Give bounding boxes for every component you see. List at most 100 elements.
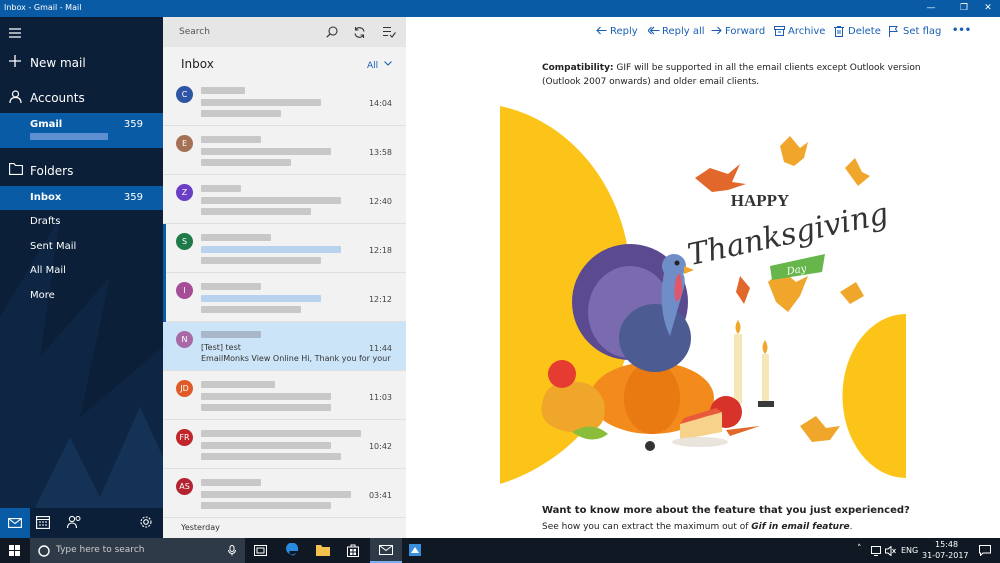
- windows-taskbar: Type here to search ˄ ENG 15:48 31-07-20…: [0, 538, 1000, 563]
- blurred-text: [201, 404, 331, 411]
- search-input[interactable]: Search: [179, 27, 210, 37]
- unread-indicator: [163, 224, 166, 273]
- folder-drafts[interactable]: Drafts: [0, 211, 163, 233]
- thanksgiving-gif-image: HAPPY Thanksgiving Day: [500, 106, 906, 484]
- blurred-text: [201, 246, 341, 253]
- date-group-header: Yesterday: [181, 523, 220, 532]
- account-email-blurred: [30, 133, 108, 140]
- message-row[interactable]: FR 10:42: [163, 420, 406, 469]
- message-subject: [Test] test: [201, 343, 241, 352]
- message-time: 12:18: [368, 246, 392, 255]
- taskbar-search-box[interactable]: Type here to search: [30, 538, 245, 563]
- search-icon[interactable]: [326, 26, 338, 38]
- blurred-text: [201, 99, 321, 106]
- message-row[interactable]: JD 11:03: [163, 371, 406, 420]
- calendar-button[interactable]: [36, 515, 52, 531]
- cta-text: See how you can extract the maximum out …: [542, 522, 752, 532]
- folder-label: Inbox: [30, 192, 62, 203]
- more-actions-button[interactable]: •••: [952, 25, 971, 36]
- settings-button[interactable]: [139, 515, 155, 531]
- message-row[interactable]: I 12:12: [163, 273, 406, 322]
- folder-more[interactable]: More: [0, 285, 163, 307]
- blurred-text: [201, 491, 351, 498]
- sender-avatar: I: [176, 282, 193, 299]
- sender-avatar: FR: [176, 429, 193, 446]
- new-mail-label: New mail: [30, 56, 86, 70]
- message-row[interactable]: E 13:58: [163, 126, 406, 175]
- message-row-selected[interactable]: N [Test] test EmailMonks View Online Hi,…: [163, 322, 406, 371]
- file-explorer-icon[interactable]: [316, 544, 330, 556]
- blurred-text: [201, 331, 261, 338]
- new-mail-button[interactable]: New mail: [0, 52, 163, 74]
- forward-label: Forward: [725, 26, 766, 37]
- store-icon[interactable]: [347, 544, 359, 557]
- folder-sent-mail[interactable]: Sent Mail: [0, 236, 163, 258]
- message-row[interactable]: C 14:04: [163, 77, 406, 126]
- reply-button[interactable]: Reply: [596, 25, 638, 39]
- accounts-button[interactable]: Accounts: [0, 87, 163, 109]
- minimize-button[interactable]: —: [917, 0, 945, 17]
- set-flag-button[interactable]: Set flag: [889, 25, 941, 39]
- sync-icon[interactable]: [353, 26, 366, 39]
- blurred-text: [201, 453, 341, 460]
- folders-button[interactable]: Folders: [0, 160, 163, 182]
- blurred-text: [201, 381, 275, 388]
- input-language[interactable]: ENG: [901, 546, 918, 555]
- reply-all-button[interactable]: Reply all: [648, 25, 705, 39]
- volume-muted-icon[interactable]: [885, 546, 896, 556]
- message-time: 14:04: [368, 99, 392, 108]
- blurred-text: [201, 295, 321, 302]
- sender-avatar: S: [176, 233, 193, 250]
- message-row[interactable]: AS 03:41: [163, 469, 406, 518]
- microphone-icon: [228, 545, 236, 556]
- blurred-text: [201, 208, 311, 215]
- start-button[interactable]: [0, 538, 30, 563]
- people-icon: [67, 515, 81, 529]
- network-icon[interactable]: [871, 546, 885, 556]
- forward-button[interactable]: Forward: [711, 25, 765, 39]
- blurred-text: [201, 479, 261, 486]
- delete-button[interactable]: Delete: [834, 25, 881, 39]
- message-row[interactable]: Z 12:40: [163, 175, 406, 224]
- plus-icon: [9, 55, 21, 67]
- people-button[interactable]: [67, 515, 83, 531]
- mail-switch-button[interactable]: [0, 508, 30, 538]
- blurred-text: [201, 234, 271, 241]
- archive-button[interactable]: Archive: [774, 25, 826, 39]
- hamburger-menu-button[interactable]: [0, 24, 163, 44]
- cta-line: See how you can extract the maximum out …: [542, 522, 853, 532]
- clock-time[interactable]: 15:48: [935, 540, 958, 549]
- app-shortcut-icon[interactable]: [408, 543, 422, 557]
- folder-inbox[interactable]: Inbox 359: [0, 186, 163, 210]
- mail-app-taskbar-button[interactable]: [370, 538, 402, 563]
- select-mode-icon[interactable]: [383, 26, 396, 38]
- message-list-pane: Search Inbox All C 14:04 E 13:58 Z 12:40…: [163, 17, 406, 538]
- task-view-icon[interactable]: [254, 545, 267, 556]
- close-button[interactable]: ✕: [974, 0, 1000, 17]
- message-time: 03:41: [368, 491, 392, 500]
- folder-label: Drafts: [30, 216, 61, 227]
- message-row[interactable]: S 12:18: [163, 224, 406, 273]
- search-bar: Search: [163, 17, 406, 47]
- action-center-icon[interactable]: [979, 545, 991, 556]
- blurred-text: [201, 159, 291, 166]
- sidebar: New mail Accounts Gmail 359 Folders Inbo…: [0, 17, 163, 538]
- title-bar: Inbox - Gmail - Mail — ❐ ✕: [0, 0, 1000, 17]
- clock-date[interactable]: 31-07-2017: [922, 551, 969, 560]
- sender-avatar: N: [176, 331, 193, 348]
- show-hidden-icons-icon[interactable]: ˄: [857, 544, 862, 554]
- reply-label: Reply: [610, 26, 638, 37]
- folder-label: All Mail: [30, 265, 66, 276]
- gear-icon: [140, 516, 152, 528]
- filter-dropdown[interactable]: All: [367, 58, 395, 71]
- sender-avatar: JD: [176, 380, 193, 397]
- message-time: 12:12: [368, 295, 392, 304]
- cta-link[interactable]: Gif in email feature: [751, 522, 849, 532]
- edge-browser-icon[interactable]: [285, 543, 299, 557]
- folder-all-mail[interactable]: All Mail: [0, 260, 163, 282]
- taskbar-search-placeholder: Type here to search: [56, 545, 145, 555]
- account-gmail[interactable]: Gmail 359: [0, 113, 163, 148]
- reading-pane: Reply Reply all Forward Archive Delete S…: [406, 17, 1000, 538]
- archive-label: Archive: [788, 26, 826, 37]
- window-title: Inbox - Gmail - Mail: [4, 3, 82, 12]
